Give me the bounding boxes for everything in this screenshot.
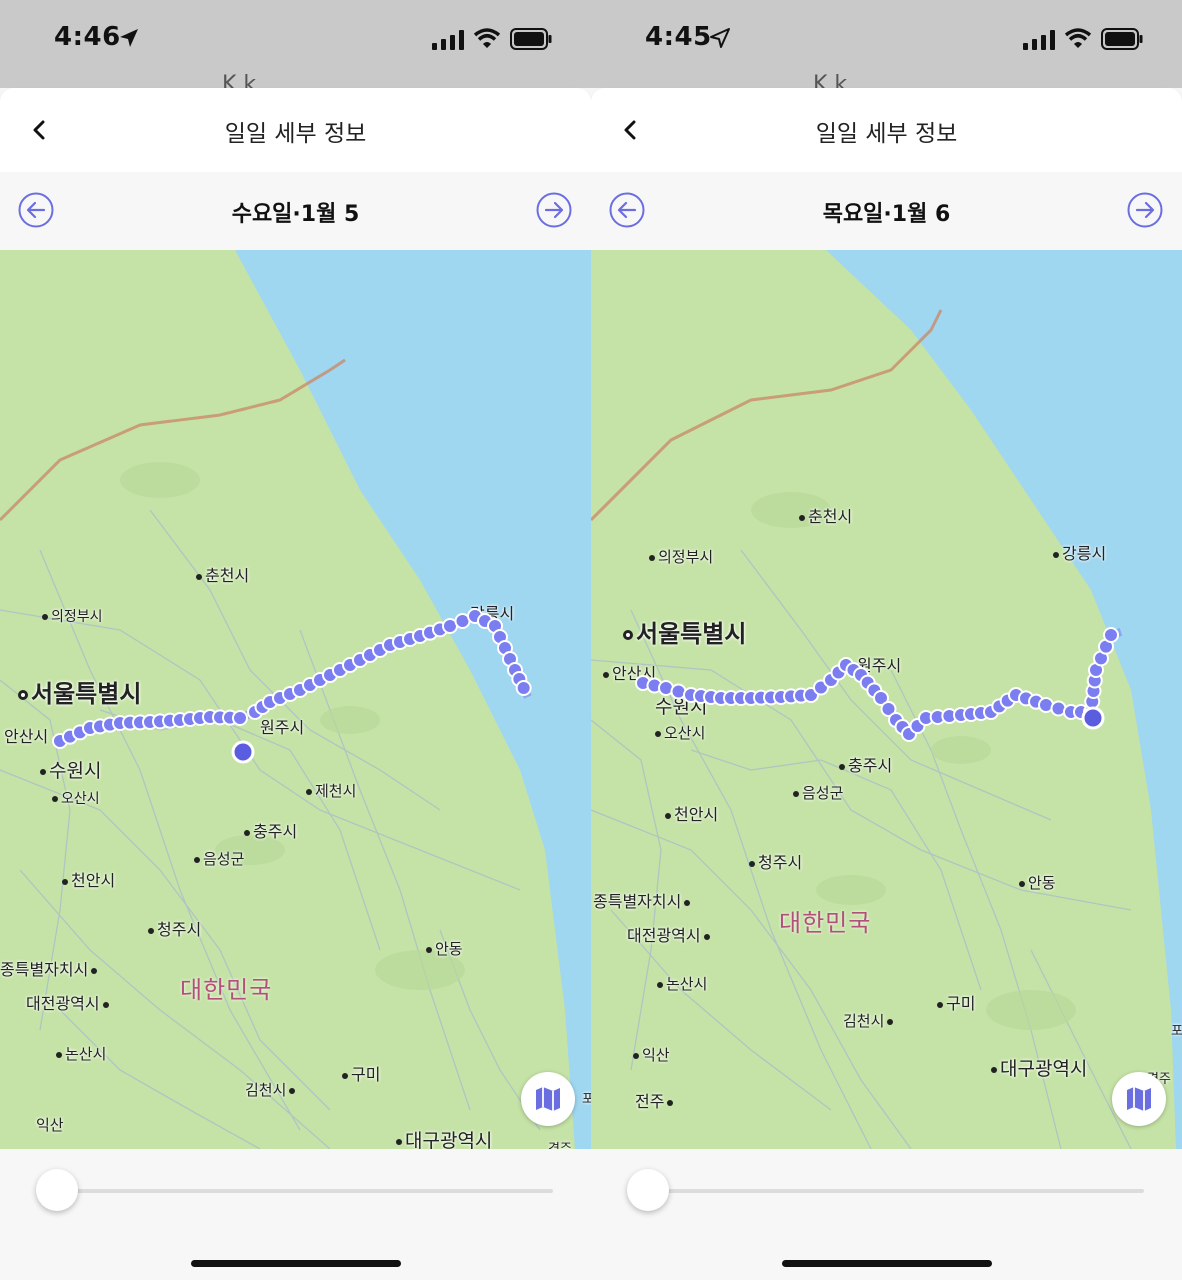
route-point bbox=[515, 680, 532, 696]
day-detail-panel-left: 4:46 K k 일일 세부 정보 수요일·1월 5 춘천시 의정부시 서울특별… bbox=[0, 0, 591, 1280]
page-title: 일일 세부 정보 bbox=[224, 121, 367, 147]
route-map[interactable]: 춘천시 의정부시 강릉시 서울특별시 안산시 수원시 오산시 원주시 충주시 음… bbox=[591, 250, 1182, 1149]
date-navigator: 목요일·1월 6 bbox=[591, 172, 1182, 250]
map-icon bbox=[1127, 1087, 1151, 1111]
wifi-icon bbox=[1065, 28, 1091, 48]
route-line bbox=[642, 628, 1123, 738]
map-type-button[interactable] bbox=[1112, 1072, 1166, 1126]
timeline-slider-track[interactable] bbox=[647, 1189, 1144, 1193]
map-type-button[interactable] bbox=[521, 1072, 575, 1126]
sheet-header: 일일 세부 정보 bbox=[591, 88, 1182, 172]
timeline-area bbox=[0, 1149, 591, 1280]
timeline-slider-thumb[interactable] bbox=[36, 1169, 78, 1211]
home-indicator bbox=[782, 1260, 992, 1267]
timeline-slider-track[interactable] bbox=[56, 1189, 553, 1193]
date-label: 수요일·1월 5 bbox=[231, 202, 360, 227]
route-point bbox=[1103, 627, 1119, 643]
arrow-right-circle-icon[interactable] bbox=[536, 192, 572, 228]
arrow-right-circle-icon[interactable] bbox=[1127, 192, 1163, 228]
route-endpoint bbox=[1081, 706, 1105, 730]
signal-icon bbox=[432, 30, 464, 50]
home-indicator bbox=[191, 1260, 401, 1267]
status-time: 4:46 bbox=[54, 22, 121, 52]
timeline-slider-thumb[interactable] bbox=[627, 1169, 669, 1211]
route-map[interactable]: 춘천시 의정부시 서울특별시 안산시 수원시 오산시 원주시 강릉시 제천시 충… bbox=[0, 250, 591, 1149]
battery-icon bbox=[510, 28, 552, 50]
status-bar: 4:46 K k bbox=[0, 0, 591, 97]
route-point bbox=[232, 710, 248, 726]
status-time: 4:45 bbox=[645, 22, 712, 52]
date-label: 목요일·1월 6 bbox=[822, 202, 951, 227]
map-icon bbox=[536, 1087, 560, 1111]
route-endpoint bbox=[231, 740, 255, 764]
timeline-area bbox=[591, 1149, 1182, 1280]
route-track bbox=[635, 627, 1123, 742]
route-track bbox=[52, 608, 532, 764]
location-arrow-icon bbox=[120, 29, 138, 47]
sheet-header: 일일 세부 정보 bbox=[0, 88, 591, 172]
battery-icon bbox=[1101, 28, 1143, 50]
day-detail-panel-right: 4:45 K k 일일 세부 정보 목요일·1월 6 춘천시 의정부시 강릉시 … bbox=[591, 0, 1182, 1280]
signal-icon bbox=[1023, 30, 1055, 50]
location-arrow-icon bbox=[710, 28, 730, 48]
wifi-icon bbox=[474, 28, 500, 48]
page-title: 일일 세부 정보 bbox=[815, 121, 958, 147]
status-bar: 4:45 K k bbox=[591, 0, 1182, 97]
date-navigator: 수요일·1월 5 bbox=[0, 172, 591, 250]
